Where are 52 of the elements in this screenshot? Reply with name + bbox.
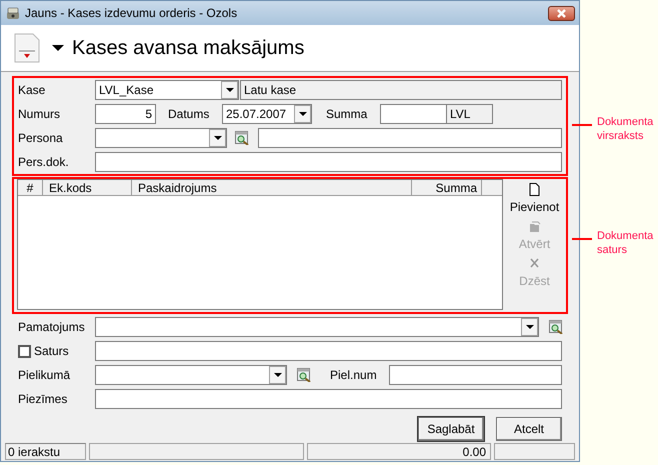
dropdown-field[interactable]: LVL_Kase — [95, 80, 239, 100]
leader-line — [572, 238, 592, 240]
field-label: Piel.num — [330, 367, 378, 384]
field-label: Pamatojums — [18, 319, 86, 336]
close-icon — [556, 8, 567, 18]
action-button[interactable]: Atcelt — [496, 417, 562, 441]
cross-icon — [528, 257, 540, 270]
input-field[interactable] — [95, 341, 562, 361]
annotation-label: Dokumenta saturs — [597, 229, 654, 257]
search-icon[interactable] — [235, 131, 249, 145]
input-field[interactable]: LVL — [447, 104, 493, 124]
field-label: Persona — [18, 130, 64, 147]
field-label: Datums — [168, 106, 210, 123]
input-field[interactable]: Latu kase — [240, 80, 562, 100]
dropdown-field[interactable]: 25.07.2007 — [222, 104, 312, 124]
status-panel: 0.00 — [307, 443, 491, 460]
action-button[interactable]: Saglabāt — [418, 417, 484, 441]
caret-icon[interactable] — [52, 44, 64, 52]
column-header[interactable]: Summa — [412, 180, 482, 195]
column-header[interactable]: Ek.kods — [43, 180, 132, 195]
close-button[interactable] — [548, 6, 575, 20]
checkbox[interactable] — [18, 344, 31, 358]
action-button[interactable]: Pievienot — [510, 183, 560, 216]
field-label: Piezīmes — [18, 391, 68, 408]
input-field[interactable]: 5 — [95, 104, 156, 124]
app-icon — [5, 5, 21, 21]
input-field[interactable] — [380, 104, 447, 124]
search-icon[interactable] — [549, 320, 563, 334]
leader-line — [572, 124, 592, 126]
field-label: Pielikumā — [18, 367, 72, 384]
input-field[interactable] — [95, 389, 562, 409]
folder-icon — [528, 220, 540, 233]
column-header[interactable]: Paskaidrojums — [132, 180, 412, 195]
field-label: Kase — [18, 82, 46, 99]
field-label: Numurs — [18, 106, 62, 123]
field-label: Saturs — [34, 343, 70, 360]
field-label: Summa — [326, 106, 368, 123]
annotation-label: Dokumenta virsraksts — [597, 115, 654, 143]
input-field[interactable] — [258, 128, 562, 148]
dropdown-field[interactable] — [95, 365, 287, 385]
status-panel: 0 ierakstu — [5, 443, 86, 460]
dropdown-field[interactable] — [95, 317, 539, 337]
document-icon — [14, 33, 40, 63]
search-icon[interactable] — [297, 368, 311, 382]
form-title: Kases avansa maksājums — [72, 36, 304, 61]
window-title: Jauns - Kases izdevumu orderis - Ozols — [25, 5, 238, 22]
dropdown-field[interactable] — [95, 128, 227, 148]
page-icon — [528, 183, 540, 196]
column-header[interactable]: # — [18, 180, 43, 195]
input-field[interactable] — [389, 365, 562, 385]
input-field[interactable] — [95, 152, 562, 172]
field-label: Pers.dok. — [18, 154, 70, 171]
